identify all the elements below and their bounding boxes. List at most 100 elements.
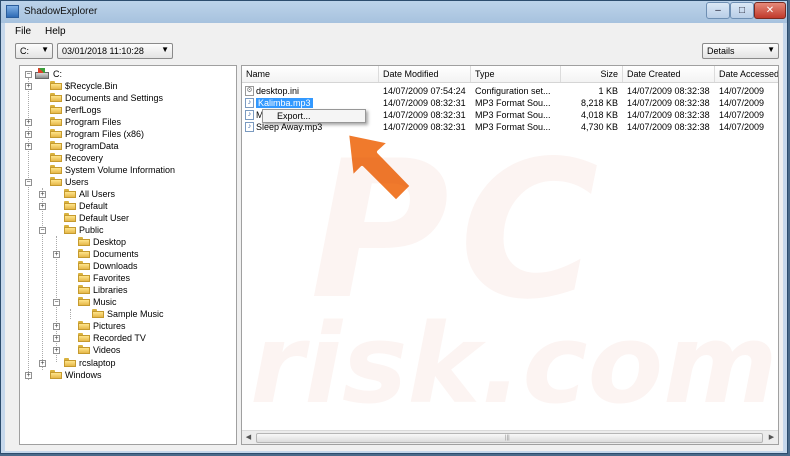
- folder-icon: [50, 370, 62, 379]
- column-header-name[interactable]: Name: [242, 66, 379, 82]
- column-header-date-created[interactable]: Date Created: [623, 66, 715, 82]
- tree-node-documents[interactable]: + Documents: [20, 248, 230, 260]
- expand-icon[interactable]: +: [25, 372, 32, 379]
- tree-node-recycle-bin[interactable]: + $Recycle.Bin: [20, 80, 230, 92]
- expand-icon[interactable]: +: [39, 203, 46, 210]
- scroll-right-arrow-icon[interactable]: ▶: [765, 431, 778, 444]
- file-row[interactable]: ⚙ desktop.ini 14/07/2009 07:54:24 Config…: [242, 85, 778, 97]
- column-header-date-accessed[interactable]: Date Accessed: [715, 66, 778, 82]
- maximize-button[interactable]: □: [730, 2, 754, 19]
- drive-select[interactable]: C: ▼: [15, 43, 53, 59]
- collapse-icon[interactable]: −: [39, 227, 46, 234]
- tree-node-music[interactable]: − Music: [20, 296, 230, 308]
- tree-label: Documents and Settings: [65, 93, 164, 103]
- title-bar[interactable]: ShadowExplorer – □ ✕: [1, 1, 787, 23]
- tree-node-recorded-tv[interactable]: + Recorded TV: [20, 332, 230, 344]
- close-button[interactable]: ✕: [754, 2, 786, 19]
- folder-icon: [78, 249, 90, 258]
- expand-icon[interactable]: +: [25, 119, 32, 126]
- context-menu-export[interactable]: Export...: [265, 111, 363, 121]
- tree-node-all-users[interactable]: + All Users: [20, 188, 230, 200]
- horizontal-scrollbar[interactable]: ◀ ||| ▶: [242, 430, 778, 444]
- column-header-date-modified[interactable]: Date Modified: [379, 66, 471, 82]
- tree-node-users[interactable]: − Users: [20, 176, 230, 188]
- expand-icon[interactable]: +: [53, 347, 60, 354]
- tree-node-system-volume-information[interactable]: System Volume Information: [20, 164, 230, 176]
- folder-icon: [78, 273, 90, 282]
- menu-bar: File Help: [5, 23, 783, 41]
- folder-tree[interactable]: − C: + $Recycle.Bin Documents and Settin…: [19, 65, 237, 445]
- column-header-type[interactable]: Type: [471, 66, 561, 82]
- collapse-icon[interactable]: −: [25, 71, 32, 78]
- tree-node-recovery[interactable]: Recovery: [20, 152, 230, 164]
- tree-label: Music: [93, 297, 117, 307]
- file-name: Kalimba.mp3: [256, 97, 313, 109]
- tree-node-downloads[interactable]: Downloads: [20, 260, 230, 272]
- folder-icon: [50, 105, 62, 114]
- tree-node-sample-music[interactable]: Sample Music: [20, 308, 230, 320]
- tree-node-rcslaptop[interactable]: + rcslaptop: [20, 357, 230, 369]
- expand-icon[interactable]: +: [39, 360, 46, 367]
- tree-label: ProgramData: [65, 141, 119, 151]
- folder-icon: [78, 333, 90, 342]
- tree-node-documents-settings[interactable]: Documents and Settings: [20, 92, 230, 104]
- tree-node-desktop[interactable]: Desktop: [20, 236, 230, 248]
- folder-icon: [50, 81, 62, 90]
- file-date-modified: 14/07/2009 08:32:31: [383, 122, 466, 132]
- tree-label: $Recycle.Bin: [65, 81, 118, 91]
- tree-node-program-files[interactable]: + Program Files: [20, 116, 230, 128]
- tree-label: rcslaptop: [79, 358, 116, 368]
- tree-node-programdata[interactable]: + ProgramData: [20, 140, 230, 152]
- expand-icon[interactable]: +: [25, 131, 32, 138]
- context-menu: Export...: [262, 109, 366, 123]
- collapse-icon[interactable]: −: [53, 299, 60, 306]
- expand-icon[interactable]: +: [53, 335, 60, 342]
- tree-label: Pictures: [93, 321, 126, 331]
- expand-icon[interactable]: +: [25, 143, 32, 150]
- tree-label: Default: [79, 201, 108, 211]
- file-size: 8,218 KB: [580, 98, 618, 108]
- tree-node-default-user[interactable]: Default User: [20, 212, 230, 224]
- tree-node-perflogs[interactable]: PerfLogs: [20, 104, 230, 116]
- expand-icon[interactable]: +: [53, 323, 60, 330]
- menu-help[interactable]: Help: [45, 26, 66, 37]
- minimize-button[interactable]: –: [706, 2, 730, 19]
- file-date-created: 14/07/2009 08:32:38: [627, 122, 710, 132]
- snapshot-date-select[interactable]: 03/01/2018 11:10:28 ▼: [57, 43, 173, 59]
- tree-label: System Volume Information: [65, 165, 176, 175]
- file-date-accessed: 14/07/2009: [719, 98, 765, 108]
- folder-icon: [78, 261, 90, 270]
- column-header-size[interactable]: Size: [561, 66, 623, 82]
- tree-node-c-drive[interactable]: − C:: [20, 68, 220, 80]
- expand-icon[interactable]: +: [25, 83, 32, 90]
- folder-icon: [50, 117, 62, 126]
- tree-node-videos[interactable]: + Videos: [20, 344, 230, 356]
- menu-file[interactable]: File: [15, 26, 31, 37]
- file-list-header: Name Date Modified Type Size Date Create…: [242, 66, 778, 83]
- view-mode-select[interactable]: Details ▼: [702, 43, 779, 59]
- file-row-selected[interactable]: ♪ Kalimba.mp3 14/07/2009 08:32:31 MP3 Fo…: [242, 97, 778, 109]
- collapse-icon[interactable]: −: [25, 179, 32, 186]
- app-icon: [6, 5, 19, 18]
- scroll-left-arrow-icon[interactable]: ◀: [242, 431, 255, 444]
- file-type: MP3 Format Sou...: [475, 110, 551, 120]
- tree-node-favorites[interactable]: Favorites: [20, 272, 230, 284]
- tree-node-public[interactable]: − Public: [20, 224, 230, 236]
- scrollbar-thumb[interactable]: |||: [256, 433, 763, 443]
- tree-label: Default User: [79, 213, 130, 223]
- tree-node-windows[interactable]: + Windows: [20, 369, 230, 381]
- tree-node-program-files-x86[interactable]: + Program Files (x86): [20, 128, 230, 140]
- tree-label: Sample Music: [107, 309, 164, 319]
- file-size: 1 KB: [598, 86, 618, 96]
- grip-icon: |||: [505, 435, 510, 441]
- drive-icon: [35, 68, 49, 79]
- expand-icon[interactable]: +: [53, 251, 60, 258]
- file-date-created: 14/07/2009 08:32:38: [627, 86, 710, 96]
- file-date-accessed: 14/07/2009: [719, 110, 765, 120]
- folder-icon: [64, 213, 76, 222]
- expand-icon[interactable]: +: [39, 191, 46, 198]
- tree-node-default[interactable]: + Default: [20, 200, 230, 212]
- tree-node-libraries[interactable]: Libraries: [20, 284, 230, 296]
- folder-icon: [64, 189, 76, 198]
- tree-node-pictures[interactable]: + Pictures: [20, 320, 230, 332]
